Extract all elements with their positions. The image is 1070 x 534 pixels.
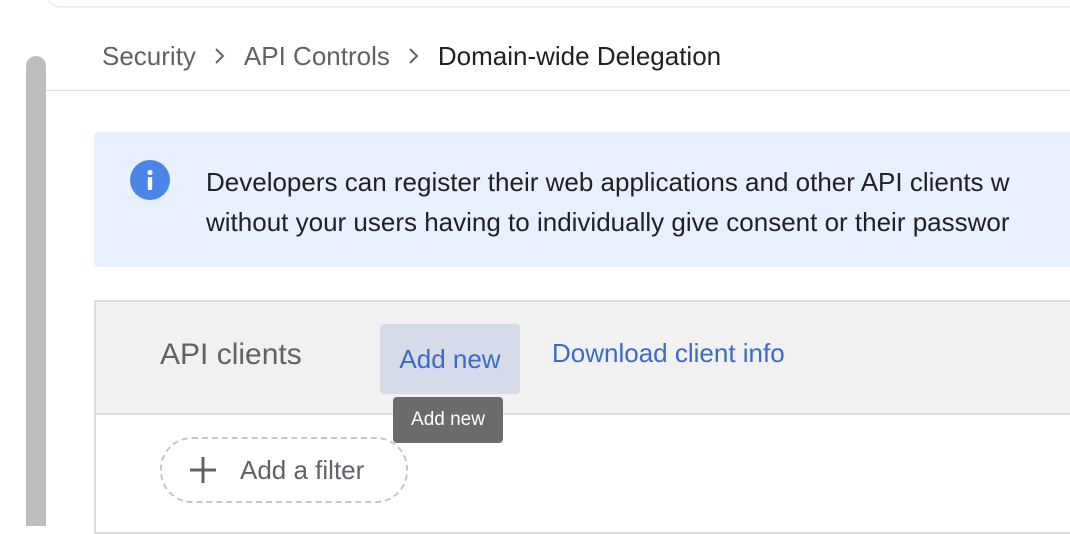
add-filter-label: Add a filter bbox=[240, 454, 365, 485]
chevron-right-icon bbox=[408, 47, 420, 65]
chevron-right-icon bbox=[214, 47, 226, 65]
breadcrumb: Security API Controls Domain-wide Delega… bbox=[102, 38, 721, 74]
add-filter-button[interactable]: Add a filter bbox=[160, 437, 408, 503]
download-client-info-button[interactable]: Download client info bbox=[552, 338, 785, 369]
info-text-line-1: Developers can register their web applic… bbox=[206, 167, 1010, 197]
info-banner: Developers can register their web applic… bbox=[94, 132, 1070, 267]
breadcrumb-security[interactable]: Security bbox=[102, 41, 196, 72]
top-card bbox=[46, 0, 1070, 8]
api-clients-title: API clients bbox=[160, 338, 302, 371]
breadcrumb-current: Domain-wide Delegation bbox=[437, 40, 722, 71]
info-text-line-2: without your users having to individuall… bbox=[206, 207, 1010, 237]
info-text: Developers can register their web applic… bbox=[206, 162, 1070, 242]
api-clients-header: API clients Add new Download client info bbox=[96, 302, 1070, 415]
header-divider bbox=[46, 90, 1070, 91]
add-new-button[interactable]: Add new bbox=[380, 324, 520, 394]
add-new-tooltip: Add new bbox=[393, 397, 503, 443]
breadcrumb-api-controls[interactable]: API Controls bbox=[244, 41, 390, 72]
info-icon bbox=[130, 160, 170, 200]
plus-icon bbox=[188, 455, 218, 485]
scrollbar[interactable] bbox=[26, 56, 46, 526]
